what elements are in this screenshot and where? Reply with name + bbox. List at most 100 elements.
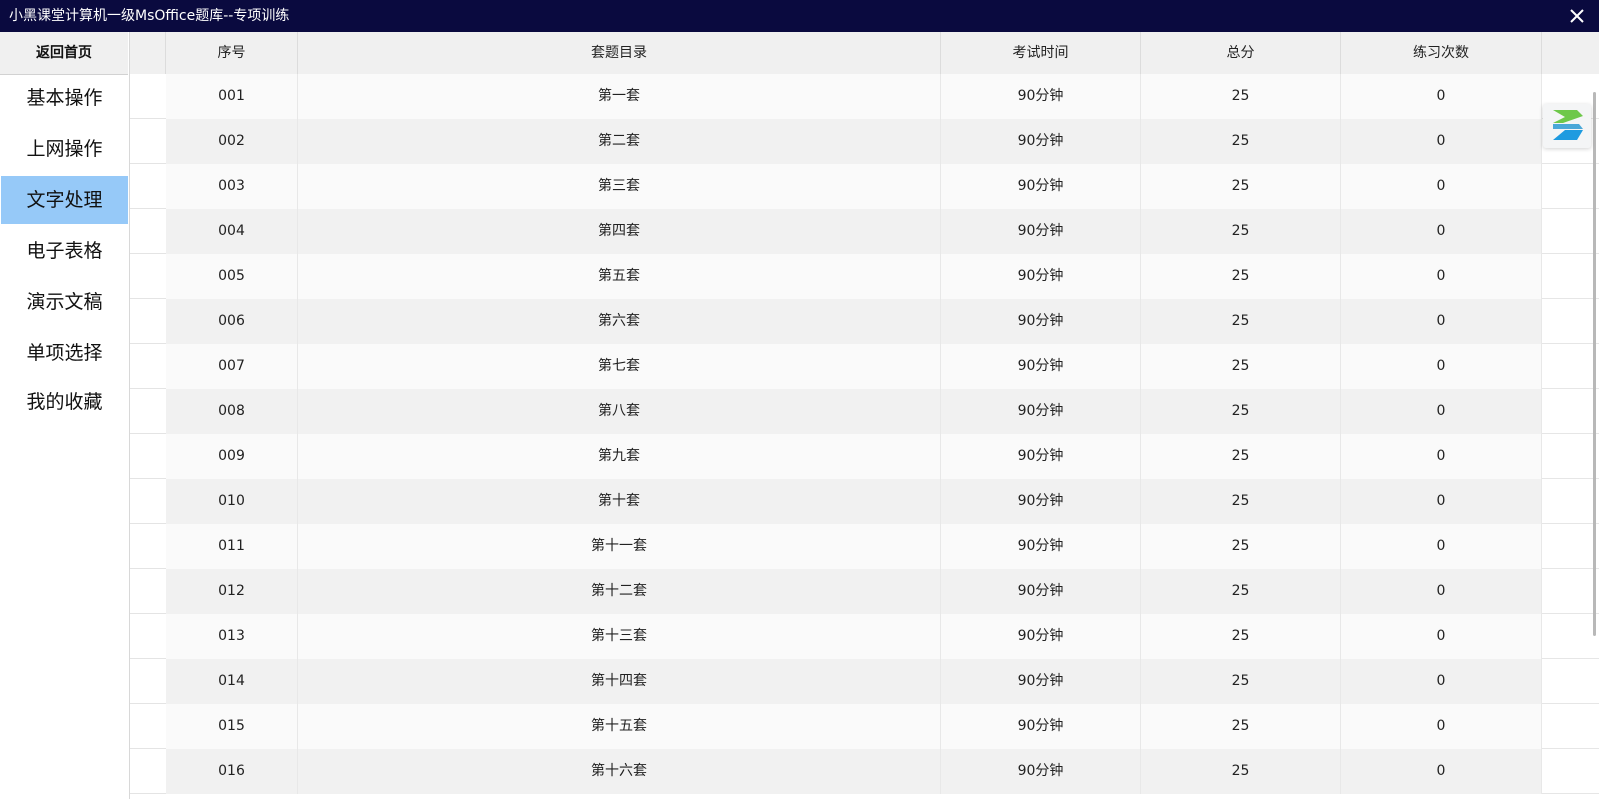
cell-total-score: 25 — [1141, 209, 1341, 254]
cell-set-name: 第十五套 — [298, 704, 941, 749]
header-exam-time[interactable]: 考试时间 — [941, 32, 1141, 74]
row-tail — [1542, 344, 1599, 389]
sidebar-item-1[interactable]: 基本操作 — [1, 74, 128, 122]
table-row[interactable]: 013 第十三套 90分钟 25 0 — [130, 614, 1599, 659]
cell-practice-count: 0 — [1341, 614, 1542, 659]
table-row[interactable]: 002 第二套 90分钟 25 0 — [130, 119, 1599, 164]
header-index[interactable]: 序号 — [166, 32, 298, 74]
cell-exam-time: 90分钟 — [941, 299, 1141, 344]
cell-practice-count: 0 — [1341, 74, 1542, 119]
cell-index: 015 — [166, 704, 298, 749]
row-tail — [1542, 749, 1599, 794]
row-tail — [1542, 434, 1599, 479]
row-header-stub — [130, 614, 166, 659]
table-row[interactable]: 003 第三套 90分钟 25 0 — [130, 164, 1599, 209]
table-row[interactable]: 010 第十套 90分钟 25 0 — [130, 479, 1599, 524]
table-row[interactable]: 004 第四套 90分钟 25 0 — [130, 209, 1599, 254]
row-header-stub — [130, 569, 166, 614]
cell-practice-count: 0 — [1341, 254, 1542, 299]
app-logo-icon[interactable] — [1543, 104, 1591, 148]
table-row[interactable]: 011 第十一套 90分钟 25 0 — [130, 524, 1599, 569]
table-row[interactable]: 015 第十五套 90分钟 25 0 — [130, 704, 1599, 749]
cell-set-name: 第四套 — [298, 209, 941, 254]
cell-total-score: 25 — [1141, 659, 1341, 704]
cell-total-score: 25 — [1141, 704, 1341, 749]
cell-set-name: 第三套 — [298, 164, 941, 209]
sidebar-item-4[interactable]: 电子表格 — [1, 227, 128, 275]
sidebar-item-3[interactable]: 文字处理 — [1, 176, 128, 224]
cell-practice-count: 0 — [1341, 569, 1542, 614]
row-header-stub — [130, 119, 166, 164]
header-set-name[interactable]: 套题目录 — [298, 32, 941, 74]
cell-total-score: 25 — [1141, 524, 1341, 569]
row-tail — [1542, 479, 1599, 524]
cell-set-name: 第十三套 — [298, 614, 941, 659]
cell-set-name: 第一套 — [298, 74, 941, 119]
table-row[interactable]: 008 第八套 90分钟 25 0 — [130, 389, 1599, 434]
cell-practice-count: 0 — [1341, 434, 1542, 479]
cell-index: 010 — [166, 479, 298, 524]
cell-set-name: 第二套 — [298, 119, 941, 164]
sidebar-item-2[interactable]: 上网操作 — [1, 125, 128, 173]
cell-exam-time: 90分钟 — [941, 614, 1141, 659]
sidebar-item-6[interactable]: 单项选择 — [1, 329, 128, 377]
home-button[interactable]: 返回首页 — [0, 32, 128, 75]
sidebar-item-7[interactable]: 我的收藏 — [1, 378, 128, 426]
cell-index: 006 — [166, 299, 298, 344]
title-bar: 小黑课堂计算机一级MsOffice题库--专项训练 — [0, 0, 1599, 32]
cell-practice-count: 0 — [1341, 704, 1542, 749]
header-stub — [130, 32, 166, 74]
table-row[interactable]: 016 第十六套 90分钟 25 0 — [130, 749, 1599, 794]
cell-total-score: 25 — [1141, 164, 1341, 209]
cell-index: 011 — [166, 524, 298, 569]
cell-total-score: 25 — [1141, 119, 1341, 164]
cell-total-score: 25 — [1141, 434, 1341, 479]
cell-exam-time: 90分钟 — [941, 659, 1141, 704]
row-header-stub — [130, 659, 166, 704]
row-tail — [1542, 704, 1599, 749]
cell-index: 004 — [166, 209, 298, 254]
cell-index: 005 — [166, 254, 298, 299]
exam-set-table: 序号 套题目录 考试时间 总分 练习次数 001 第一套 90分钟 25 0 002 第二套… — [130, 32, 1599, 799]
cell-index: 014 — [166, 659, 298, 704]
close-icon[interactable] — [1567, 6, 1587, 26]
table-row[interactable]: 001 第一套 90分钟 25 0 — [130, 74, 1599, 119]
vertical-scrollbar[interactable] — [1593, 92, 1596, 636]
row-header-stub — [130, 209, 166, 254]
cell-exam-time: 90分钟 — [941, 389, 1141, 434]
cell-exam-time: 90分钟 — [941, 209, 1141, 254]
row-tail — [1542, 209, 1599, 254]
row-tail — [1542, 569, 1599, 614]
table-row[interactable]: 012 第十二套 90分钟 25 0 — [130, 569, 1599, 614]
cell-practice-count: 0 — [1341, 299, 1542, 344]
table-row[interactable]: 005 第五套 90分钟 25 0 — [130, 254, 1599, 299]
cell-practice-count: 0 — [1341, 659, 1542, 704]
table-row[interactable]: 006 第六套 90分钟 25 0 — [130, 299, 1599, 344]
row-tail — [1542, 524, 1599, 569]
cell-practice-count: 0 — [1341, 209, 1542, 254]
cell-exam-time: 90分钟 — [941, 344, 1141, 389]
cell-exam-time: 90分钟 — [941, 254, 1141, 299]
cell-index: 002 — [166, 119, 298, 164]
cell-set-name: 第十四套 — [298, 659, 941, 704]
cell-practice-count: 0 — [1341, 119, 1542, 164]
cell-total-score: 25 — [1141, 389, 1341, 434]
cell-index: 007 — [166, 344, 298, 389]
cell-practice-count: 0 — [1341, 524, 1542, 569]
cell-practice-count: 0 — [1341, 479, 1542, 524]
header-total-score[interactable]: 总分 — [1141, 32, 1341, 74]
cell-set-name: 第十二套 — [298, 569, 941, 614]
header-practice-count[interactable]: 练习次数 — [1341, 32, 1542, 74]
cell-practice-count: 0 — [1341, 344, 1542, 389]
table-row[interactable]: 007 第七套 90分钟 25 0 — [130, 344, 1599, 389]
cell-total-score: 25 — [1141, 479, 1341, 524]
cell-exam-time: 90分钟 — [941, 74, 1141, 119]
table-row[interactable]: 009 第九套 90分钟 25 0 — [130, 434, 1599, 479]
row-tail — [1542, 389, 1599, 434]
sidebar-item-5[interactable]: 演示文稿 — [1, 278, 128, 326]
window-title: 小黑课堂计算机一级MsOffice题库--专项训练 — [9, 8, 290, 24]
cell-index: 009 — [166, 434, 298, 479]
cell-set-name: 第八套 — [298, 389, 941, 434]
table-header: 序号 套题目录 考试时间 总分 练习次数 — [130, 32, 1599, 75]
table-row[interactable]: 014 第十四套 90分钟 25 0 — [130, 659, 1599, 704]
